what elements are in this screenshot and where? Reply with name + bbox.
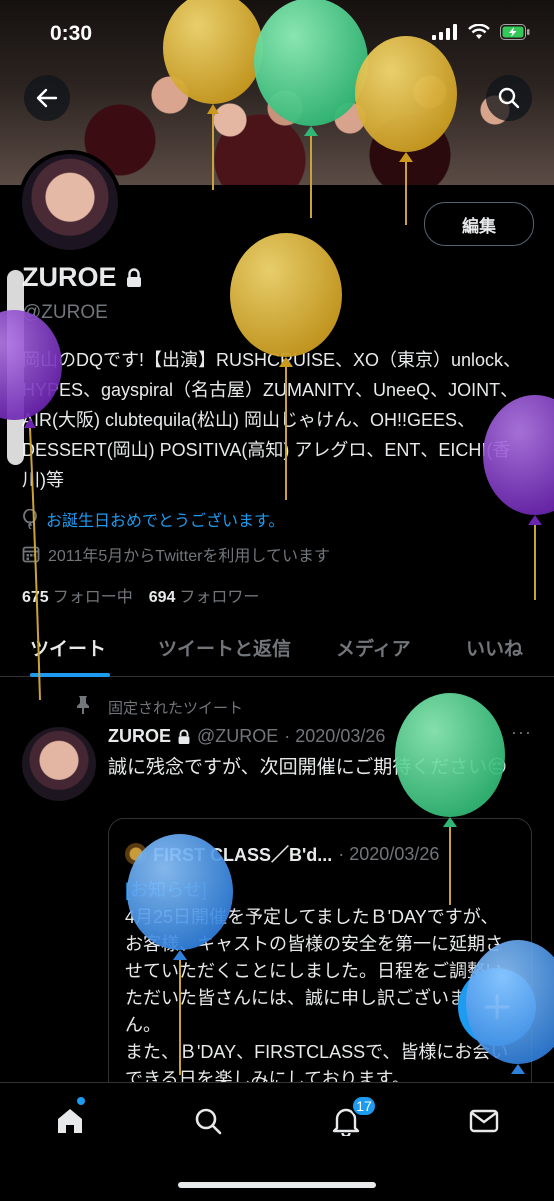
- search-button[interactable]: [486, 75, 532, 121]
- scroll-thumb[interactable]: [7, 270, 24, 465]
- profile-avatar[interactable]: [18, 150, 122, 254]
- status-bar: 0:30: [0, 0, 554, 70]
- search-icon: [498, 87, 520, 109]
- compose-tweet-button[interactable]: [458, 968, 536, 1046]
- following-label: フォロー中: [52, 589, 133, 606]
- active-tab-indicator: [30, 673, 110, 677]
- profile-name: ZUROE: [22, 262, 117, 292]
- tweet-text: 誠に残念ですが、次回開催にご期待ください😔: [108, 757, 508, 778]
- tweet-avatar[interactable]: [22, 727, 96, 801]
- tweet-more-button[interactable]: ···: [511, 722, 532, 743]
- quote-text: 4月25日開催を予定してましたＢ'DAYですが、お客様、キャストの皆様の安全を第…: [125, 907, 509, 1089]
- plus-icon: [484, 994, 510, 1020]
- edit-profile-button[interactable]: 編集: [424, 202, 534, 246]
- home-icon: [58, 1109, 82, 1133]
- pinned-label: 固定されたツイート: [108, 700, 244, 717]
- followers-label: フォロワー: [179, 589, 260, 606]
- nav-messages[interactable]: [464, 1101, 504, 1141]
- back-arrow-icon: [36, 88, 58, 108]
- quote-author-name: FIRST CLASS／B'd...: [153, 845, 333, 865]
- pin-icon: [77, 696, 89, 714]
- nav-home[interactable]: [50, 1101, 90, 1141]
- tab-media[interactable]: メディア: [336, 634, 411, 661]
- tab-likes[interactable]: いいね: [466, 634, 523, 661]
- nav-search[interactable]: [188, 1101, 228, 1141]
- birthday-line: お誕生日おめでとうございます。: [22, 507, 284, 531]
- profile-bio: 岡山のDQです!【出演】RUSHCRUISE、XO（東京）unlock、HYPE…: [22, 350, 522, 490]
- notifications-badge: 17: [351, 1095, 377, 1117]
- wifi-icon: [468, 24, 490, 39]
- lock-icon: [178, 728, 190, 744]
- balloon-icon: [23, 509, 37, 529]
- quote-body: [お知らせ] 4月25日開催を予定してましたＢ'DAYですが、お客様、キャストの…: [125, 877, 515, 1093]
- quote-date: · 2020/03/26: [338, 843, 440, 864]
- calendar-icon: [22, 546, 40, 563]
- quote-note: [お知らせ]: [125, 880, 207, 900]
- joined-text: 2011年5月からTwitterを利用しています: [48, 548, 330, 565]
- tweet-author-handle: @ZUROE: [197, 726, 279, 746]
- follow-stats: 675 フォロー中 694 フォロワー: [22, 583, 259, 607]
- tweet-date[interactable]: · 2020/03/26: [284, 726, 385, 747]
- back-button[interactable]: [24, 75, 70, 121]
- lock-icon: [126, 267, 141, 287]
- joined-line: 2011年5月からTwitterを利用しています: [22, 542, 330, 566]
- followers-link[interactable]: 694 フォロワー: [149, 583, 260, 607]
- battery-icon: [500, 24, 530, 40]
- mail-icon: [469, 1109, 499, 1133]
- tweet-header: ZUROE @ZUROE · 2020/03/26: [108, 726, 385, 747]
- following-count: 675: [22, 589, 49, 606]
- home-indicator: [178, 1182, 376, 1188]
- home-new-dot: [77, 1097, 85, 1105]
- tab-tweets-and-replies[interactable]: ツイートと返信: [158, 634, 291, 661]
- profile-tabs: ツイート ツイートと返信 メディア いいね: [0, 620, 554, 677]
- profile-handle: @ZUROE: [22, 302, 108, 323]
- following-link[interactable]: 675 フォロー中: [22, 583, 133, 607]
- profile-name-row: ZUROE: [22, 262, 143, 293]
- signal-icon: [432, 24, 457, 40]
- followers-count: 694: [148, 589, 176, 606]
- birthday-text[interactable]: お誕生日おめでとうございます。: [46, 507, 284, 531]
- status-time: 0:30: [50, 22, 93, 45]
- quote-avatar: [125, 843, 147, 865]
- quote-header: FIRST CLASS／B'd... · 2020/03/26: [125, 841, 439, 867]
- search-icon: [195, 1108, 222, 1135]
- tab-tweets[interactable]: ツイート: [30, 634, 106, 661]
- quoted-tweet[interactable]: FIRST CLASS／B'd... · 2020/03/26 [お知らせ] 4…: [108, 818, 532, 1110]
- tweet-author-name[interactable]: ZUROE: [108, 726, 171, 747]
